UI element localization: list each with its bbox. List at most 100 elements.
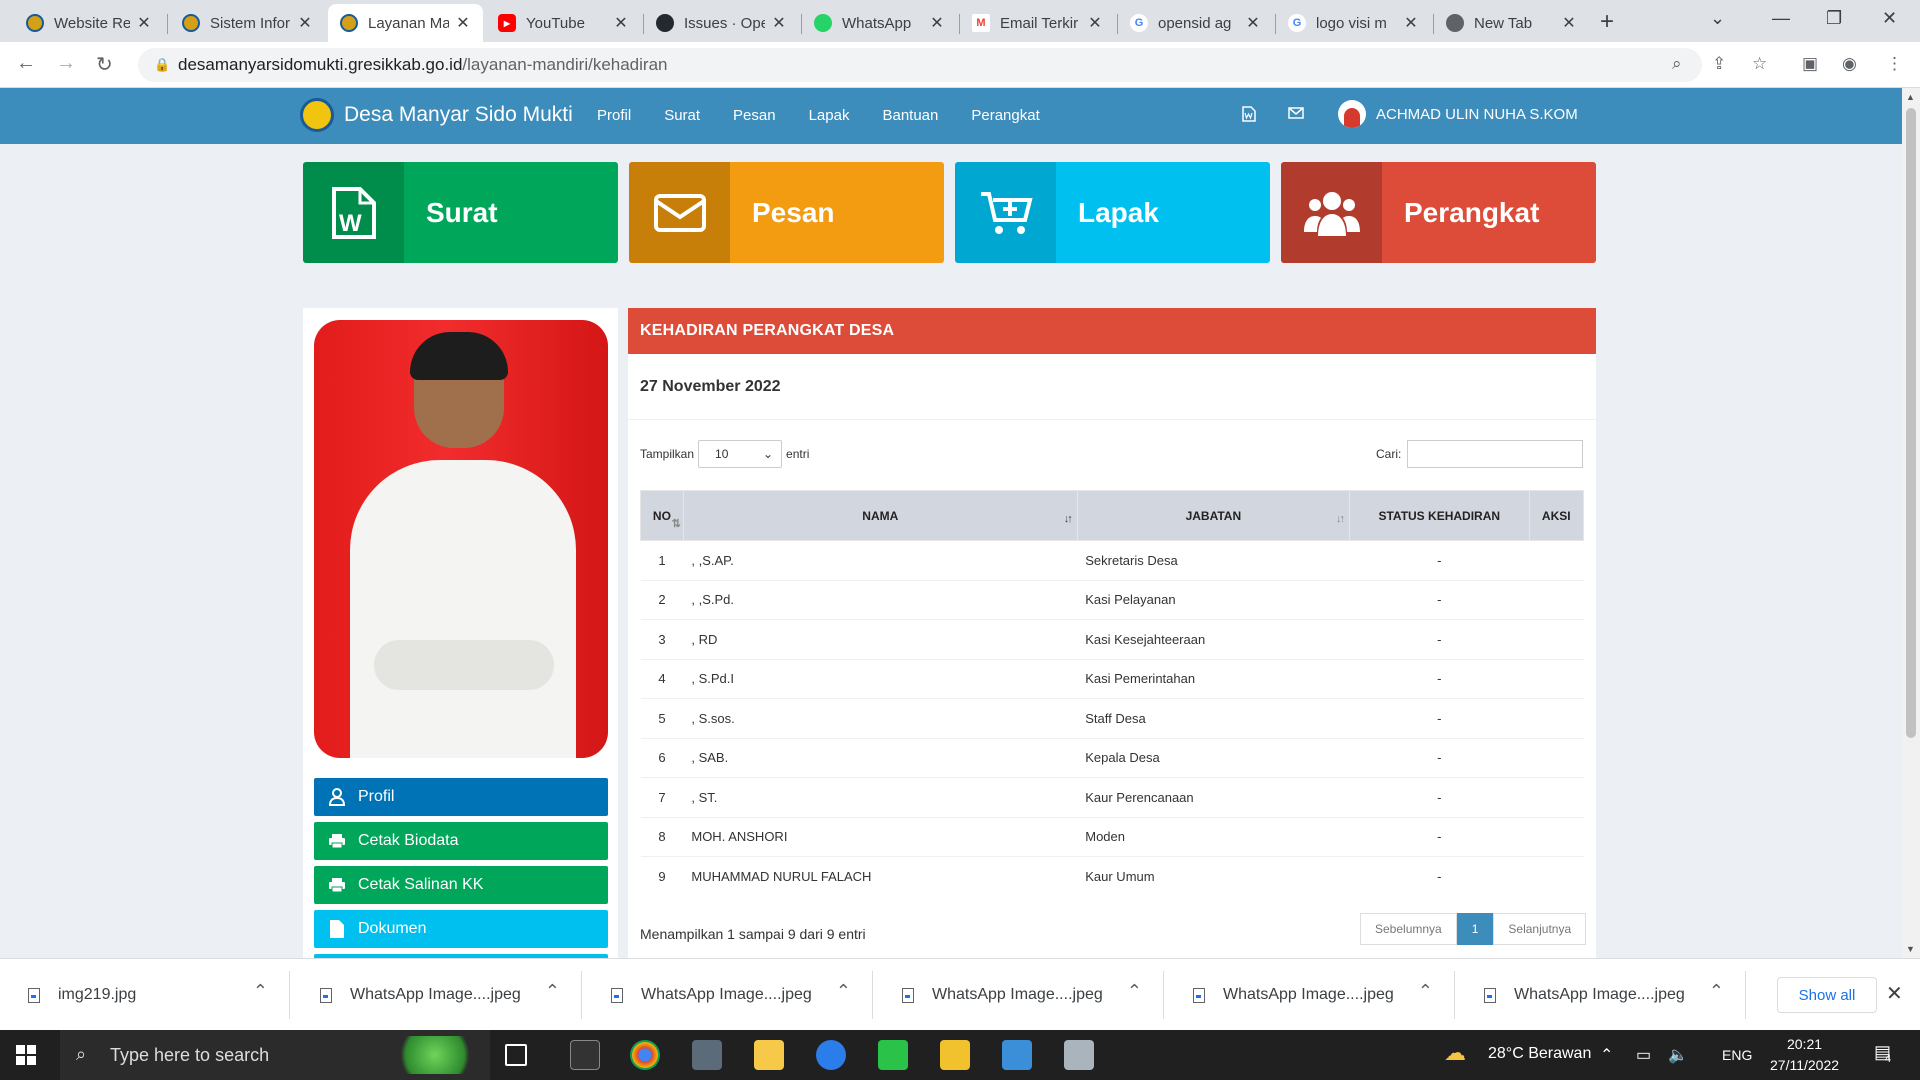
tile-surat[interactable]: W Surat	[303, 162, 618, 263]
close-window-icon[interactable]: ✕	[1882, 8, 1897, 29]
task-view-icon[interactable]	[505, 1044, 527, 1066]
user-icon	[328, 788, 346, 806]
tile-perangkat[interactable]: Perangkat	[1281, 162, 1596, 263]
minimize-icon[interactable]: —	[1772, 8, 1790, 29]
profil-button[interactable]: Profil	[314, 778, 608, 816]
close-tab-icon[interactable]: ✕	[613, 13, 629, 33]
volume-icon[interactable]: 🔈	[1668, 1045, 1688, 1065]
chrome-taskbar-icon[interactable]	[630, 1040, 660, 1070]
menu-item-bantuan[interactable]: Bantuan	[882, 107, 938, 124]
show-all-downloads-button[interactable]: Show all	[1777, 977, 1877, 1013]
chevron-up-icon[interactable]: ⌃	[253, 981, 268, 1002]
menu-item-surat[interactable]: Surat	[664, 107, 700, 124]
document-icon[interactable]	[1242, 106, 1256, 126]
browser-tab[interactable]: ▶ YouTube ✕	[486, 4, 641, 42]
column-header-no[interactable]: NO ⇅	[640, 490, 684, 541]
cart-plus-icon	[955, 162, 1056, 263]
file-explorer-icon[interactable]	[754, 1040, 784, 1070]
close-tab-icon[interactable]: ✕	[297, 13, 313, 33]
site-brand[interactable]: Desa Manyar Sido Mukti	[300, 98, 573, 132]
close-tab-icon[interactable]: ✕	[1245, 13, 1261, 33]
tile-lapak[interactable]: Lapak	[955, 162, 1270, 263]
download-item[interactable]: WhatsApp Image....jpeg ⌃	[1165, 959, 1455, 1031]
chevron-up-icon[interactable]: ⌃	[545, 981, 560, 1002]
zoom-icon[interactable]: ⌕	[1672, 54, 1682, 74]
next-page-button[interactable]: Selanjutnya	[1493, 913, 1587, 945]
profile-icon[interactable]: ◉	[1842, 54, 1857, 74]
chevron-up-icon[interactable]: ⌃	[836, 981, 851, 1002]
browser-tab[interactable]: Website Re ✕	[14, 4, 164, 42]
new-tab-icon[interactable]: +	[1600, 8, 1614, 36]
dokumen-button[interactable]: Dokumen	[314, 910, 608, 948]
browser-tab[interactable]: M Email Terkir ✕	[960, 4, 1115, 42]
browser-tab[interactable]: Sistem Infor ✕	[170, 4, 325, 42]
download-item[interactable]: WhatsApp Image....jpeg ⌃	[1456, 959, 1746, 1031]
close-tab-icon[interactable]: ✕	[455, 13, 471, 33]
windows-start-icon[interactable]	[16, 1045, 36, 1065]
tab-search-icon[interactable]: ⌄	[1710, 8, 1725, 29]
weather-text[interactable]: 28°C Berawan	[1488, 1045, 1591, 1063]
notification-icon[interactable]: ▤4	[1874, 1042, 1897, 1065]
prev-page-button[interactable]: Sebelumnya	[1360, 913, 1457, 945]
forward-icon[interactable]: →	[56, 52, 76, 75]
browser-tab[interactable]: Gopensid ag ✕	[1118, 4, 1273, 42]
side-panel-icon[interactable]: ▣	[1802, 54, 1818, 74]
menu-item-pesan[interactable]: Pesan	[733, 107, 776, 124]
browser-tab-active[interactable]: Layanan Ma ✕	[328, 4, 483, 42]
chevron-up-icon[interactable]: ⌃	[1709, 981, 1724, 1002]
user-menu[interactable]: ACHMAD ULIN NUHA S.KOM	[1338, 100, 1578, 128]
page-scrollbar[interactable]: ▲ ▼	[1902, 88, 1920, 958]
phone-app-icon[interactable]	[878, 1040, 908, 1070]
close-tab-icon[interactable]: ✕	[771, 13, 787, 33]
photos-icon[interactable]	[1064, 1040, 1094, 1070]
restore-icon[interactable]: ❐	[1826, 8, 1842, 29]
taskbar-search-box[interactable]: ⌕ Type here to search	[60, 1030, 490, 1080]
cetak-salinan-kk-button[interactable]: Cetak Salinan KK	[314, 866, 608, 904]
outlook-icon[interactable]	[1002, 1040, 1032, 1070]
close-tab-icon[interactable]: ✕	[1403, 13, 1419, 33]
search-input[interactable]	[1407, 440, 1584, 468]
printer-icon	[328, 876, 346, 894]
mail-icon[interactable]	[1288, 106, 1304, 123]
menu-item-perangkat[interactable]: Perangkat	[971, 107, 1039, 124]
sticky-notes-icon[interactable]	[940, 1040, 970, 1070]
close-download-shelf-icon[interactable]: ✕	[1886, 981, 1903, 1006]
cetak-biodata-button[interactable]: Cetak Biodata	[314, 822, 608, 860]
tray-chevron-icon[interactable]: ⌃	[1600, 1045, 1613, 1065]
browser-tab[interactable]: Issues · Ope ✕	[644, 4, 799, 42]
chevron-up-icon[interactable]: ⌃	[1127, 981, 1142, 1002]
tile-pesan[interactable]: Pesan	[629, 162, 944, 263]
browser-tab[interactable]: WhatsApp ✕	[802, 4, 957, 42]
close-tab-icon[interactable]: ✕	[929, 13, 945, 33]
menu-icon[interactable]: ⋮	[1886, 54, 1903, 74]
back-icon[interactable]: ←	[16, 52, 36, 75]
column-header-nama[interactable]: NAMA ↓↑	[682, 490, 1078, 541]
browser-tab[interactable]: New Tab ✕	[1434, 4, 1589, 42]
close-tab-icon[interactable]: ✕	[1087, 13, 1103, 33]
download-item[interactable]: WhatsApp Image....jpeg ⌃	[874, 959, 1164, 1031]
column-header-jabatan[interactable]: JABATAN ↓↑	[1076, 490, 1350, 541]
close-tab-icon[interactable]: ✕	[1561, 13, 1577, 33]
download-item[interactable]: img219.jpg ⌃	[0, 959, 290, 1031]
menu-item-profil[interactable]: Profil	[597, 107, 631, 124]
menu-item-lapak[interactable]: Lapak	[809, 107, 850, 124]
reload-icon[interactable]: ↻	[96, 52, 113, 77]
download-item[interactable]: WhatsApp Image....jpeg ⌃	[583, 959, 873, 1031]
download-item[interactable]: WhatsApp Image....jpeg ⌃	[292, 959, 582, 1031]
share-icon[interactable]: ⇪	[1712, 54, 1726, 74]
calculator-icon[interactable]	[692, 1040, 722, 1070]
chevron-up-icon[interactable]: ⌃	[1418, 981, 1433, 1002]
address-bar[interactable]: 🔒 desamanyarsidomukti.gresikkab.go.id/la…	[138, 48, 1702, 82]
language-indicator[interactable]: ENG	[1722, 1047, 1752, 1063]
edge-icon[interactable]	[816, 1040, 846, 1070]
column-header-status[interactable]: STATUS KEHADIRAN	[1348, 490, 1530, 541]
page-1-button[interactable]: 1	[1456, 913, 1494, 945]
taskbar-clock[interactable]: 20:21 27/11/2022	[1770, 1034, 1839, 1076]
close-tab-icon[interactable]: ✕	[136, 13, 152, 33]
battery-icon[interactable]: ▭	[1636, 1045, 1651, 1065]
attendance-table: NO ⇅ NAMA ↓↑ JABATAN ↓↑ STATUS KEHADIRAN AK…	[640, 490, 1585, 896]
browser-tab[interactable]: Glogo visi m ✕	[1276, 4, 1431, 42]
notion-icon[interactable]	[570, 1040, 600, 1070]
page-length-select[interactable]: 10 ⌄	[698, 440, 783, 468]
bookmark-star-icon[interactable]: ☆	[1752, 54, 1767, 74]
